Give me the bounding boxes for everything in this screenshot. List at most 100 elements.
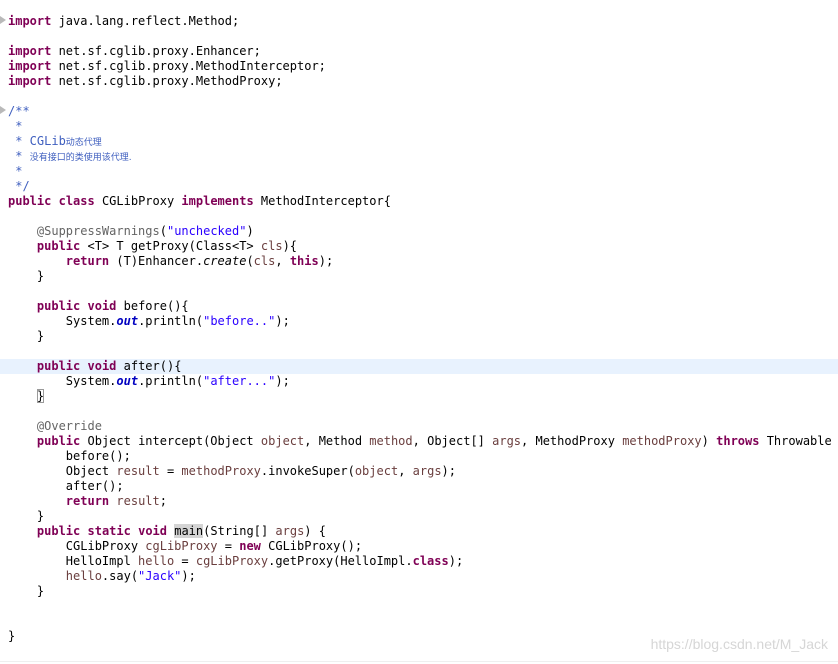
code-line[interactable]: Object result = methodProxy.invokeSuper(…	[0, 464, 838, 479]
code-line[interactable]: */	[0, 179, 838, 194]
code-editor[interactable]: import java.lang.reflect.Method; import n…	[0, 14, 838, 644]
code-token-ann: @Override	[36, 419, 102, 433]
code-token-var: object	[260, 434, 305, 448]
code-line[interactable]: System.out.println("after...");	[0, 374, 838, 389]
fold-toggle-icon[interactable]	[0, 16, 6, 24]
code-token-kw: void	[138, 524, 167, 538]
code-token: CGLibProxy	[8, 539, 146, 553]
code-line[interactable]: return result;	[0, 494, 838, 509]
code-line[interactable]: }	[0, 584, 838, 599]
code-token-kw: void	[87, 299, 117, 313]
code-line[interactable]: /**	[0, 104, 838, 119]
code-token: .println(	[138, 314, 204, 328]
code-token: =	[159, 464, 182, 478]
code-line[interactable]: import net.sf.cglib.proxy.MethodIntercep…	[0, 59, 838, 74]
code-token: <T> T getProxy(Class<T>	[80, 239, 261, 253]
code-line[interactable]: before();	[0, 449, 838, 464]
code-line[interactable]	[0, 209, 838, 224]
code-token-kw: void	[87, 359, 117, 373]
code-token: }	[8, 509, 45, 523]
code-token: );	[441, 464, 456, 478]
code-line[interactable]	[0, 29, 838, 44]
code-line[interactable]: HelloImpl hello = cgLibProxy.getProxy(He…	[0, 554, 838, 569]
code-token-com: *	[8, 164, 23, 178]
code-token: System.	[8, 374, 117, 388]
code-line[interactable]: public class CGLibProxy implements Metho…	[0, 194, 838, 209]
code-token-var: result	[116, 494, 160, 508]
code-line[interactable]: @Override	[0, 419, 838, 434]
code-token-kw: this	[289, 254, 319, 268]
code-token-kw: public	[8, 194, 52, 208]
code-line[interactable]	[0, 344, 838, 359]
code-line[interactable]: import net.sf.cglib.proxy.MethodProxy;	[0, 74, 838, 89]
code-token: java.lang.reflect.Method;	[51, 14, 240, 28]
code-token-kw: import	[8, 14, 52, 28]
code-token: );	[275, 314, 290, 328]
code-token-var: hello	[65, 569, 102, 583]
code-line[interactable]: return (T)Enhancer.create(cls, this);	[0, 254, 838, 269]
code-token-ann: @SuppressWarnings	[36, 224, 160, 238]
code-line[interactable]: System.out.println("before..");	[0, 314, 838, 329]
code-line[interactable]: public Object intercept(Object object, M…	[0, 434, 838, 449]
code-line[interactable]: hello.say("Jack");	[0, 569, 838, 584]
code-line-current[interactable]: public void after(){	[0, 359, 838, 374]
code-line[interactable]: public static void main(String[] args) {	[0, 524, 838, 539]
code-token-kw: public	[36, 299, 81, 313]
code-token-kw: public	[36, 359, 81, 373]
code-line[interactable]	[0, 614, 838, 629]
code-line[interactable]: import net.sf.cglib.proxy.Enhancer;	[0, 44, 838, 59]
code-line[interactable]: * 没有接口的类使用该代理.	[0, 149, 838, 164]
code-line[interactable]	[0, 404, 838, 419]
code-token-com: */	[8, 179, 30, 193]
code-token: , Object[]	[412, 434, 493, 448]
code-line[interactable]	[0, 284, 838, 299]
code-token-com: * CGLib	[8, 134, 66, 148]
code-token: Throwable {	[759, 434, 838, 448]
code-line[interactable]: CGLibProxy cgLibProxy = new CGLibProxy()…	[0, 539, 838, 554]
code-token-kw: class	[412, 554, 449, 568]
code-line[interactable]: @SuppressWarnings("unchecked")	[0, 224, 838, 239]
code-token: );	[448, 554, 464, 568]
code-token-kw: throws	[716, 434, 760, 448]
code-token-var: args	[275, 524, 305, 538]
code-line[interactable]	[0, 599, 838, 614]
code-line[interactable]: *	[0, 119, 838, 134]
code-line[interactable]: public <T> T getProxy(Class<T> cls){	[0, 239, 838, 254]
code-line[interactable]: import java.lang.reflect.Method;	[0, 14, 838, 29]
code-line[interactable]: after();	[0, 479, 838, 494]
code-token-kw: public	[36, 434, 81, 448]
code-token: (	[246, 254, 254, 268]
code-token: .invokeSuper(	[260, 464, 355, 478]
code-token: )	[246, 224, 254, 238]
code-token-var: method	[369, 434, 413, 448]
code-line[interactable]: public void before(){	[0, 299, 838, 314]
code-token-kw: implements	[181, 194, 254, 208]
code-token-kw: public	[36, 239, 81, 253]
code-line[interactable]: * CGLib动态代理	[0, 134, 838, 149]
code-line[interactable]: }	[0, 389, 838, 404]
code-line[interactable]: }	[0, 329, 838, 344]
fold-toggle-icon[interactable]	[0, 106, 6, 114]
code-line[interactable]: }	[0, 269, 838, 284]
code-line[interactable]	[0, 89, 838, 104]
code-token: net.sf.cglib.proxy.MethodProxy;	[51, 74, 283, 88]
code-token: CGLibProxy	[94, 194, 182, 208]
code-token: CGLibProxy();	[260, 539, 363, 553]
code-token-field: out	[116, 374, 139, 388]
code-token: .say(	[101, 569, 139, 583]
code-token-var: args	[412, 464, 442, 478]
code-line[interactable]: }	[0, 509, 838, 524]
code-token-str: "Jack"	[138, 569, 182, 583]
code-token-str: "before.."	[203, 314, 276, 328]
code-token: (	[159, 224, 167, 238]
code-line[interactable]: *	[0, 164, 838, 179]
